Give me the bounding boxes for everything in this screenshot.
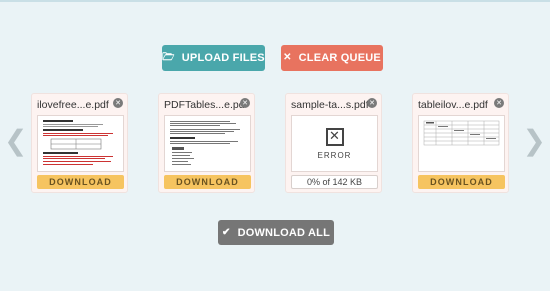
error-state: ✕ ERROR <box>292 116 377 171</box>
file-card: PDFTables...e.pdf ✕ DOWNLOAD <box>158 93 255 193</box>
download-button[interactable]: DOWNLOAD <box>164 175 251 189</box>
file-thumbnail <box>418 115 505 172</box>
file-card: ilovefree...e.pdf ✕ DOWNLOAD <box>31 93 128 193</box>
remove-file-icon[interactable]: ✕ <box>367 98 377 108</box>
document-preview <box>43 120 113 165</box>
file-name: sample-ta...s.pdf <box>291 99 369 111</box>
top-border <box>0 0 550 2</box>
download-all-button[interactable]: ✔ DOWNLOAD ALL <box>218 220 334 245</box>
previous-arrow-icon[interactable]: ❮ <box>4 127 27 155</box>
file-name: tableilov...e.pdf <box>418 99 488 111</box>
clear-queue-label: CLEAR QUEUE <box>298 52 381 64</box>
download-all-label: DOWNLOAD ALL <box>237 226 330 239</box>
error-x-icon: ✕ <box>325 127 344 146</box>
upload-files-label: UPLOAD FILES <box>181 52 265 64</box>
document-preview <box>423 120 500 146</box>
next-arrow-icon[interactable]: ❯ <box>523 127 546 155</box>
file-thumbnail: ✕ ERROR <box>291 115 378 172</box>
folder-open-icon: 🗁 <box>162 52 175 63</box>
checkmark-icon: ✔ <box>221 226 231 238</box>
close-icon: ✕ <box>283 52 292 63</box>
remove-file-icon[interactable]: ✕ <box>113 98 123 108</box>
document-preview <box>170 121 240 165</box>
file-name: ilovefree...e.pdf <box>37 99 109 111</box>
error-label: ERROR <box>317 150 352 160</box>
download-button[interactable]: DOWNLOAD <box>418 175 505 189</box>
clear-queue-button[interactable]: ✕ CLEAR QUEUE <box>281 45 383 71</box>
download-button[interactable]: DOWNLOAD <box>37 175 124 189</box>
file-thumbnail <box>37 115 124 172</box>
remove-file-icon[interactable]: ✕ <box>240 98 250 108</box>
remove-file-icon[interactable]: ✕ <box>494 98 504 108</box>
file-thumbnail <box>164 115 251 172</box>
upload-progress: 0% of 142 KB <box>291 175 378 189</box>
file-card: sample-ta...s.pdf ✕ ✕ ERROR 0% of 142 KB <box>285 93 382 193</box>
file-name: PDFTables...e.pdf <box>164 99 244 111</box>
upload-files-button[interactable]: 🗁 UPLOAD FILES <box>162 45 265 71</box>
file-card: tableilov...e.pdf ✕ DOWNLOAD <box>412 93 509 193</box>
